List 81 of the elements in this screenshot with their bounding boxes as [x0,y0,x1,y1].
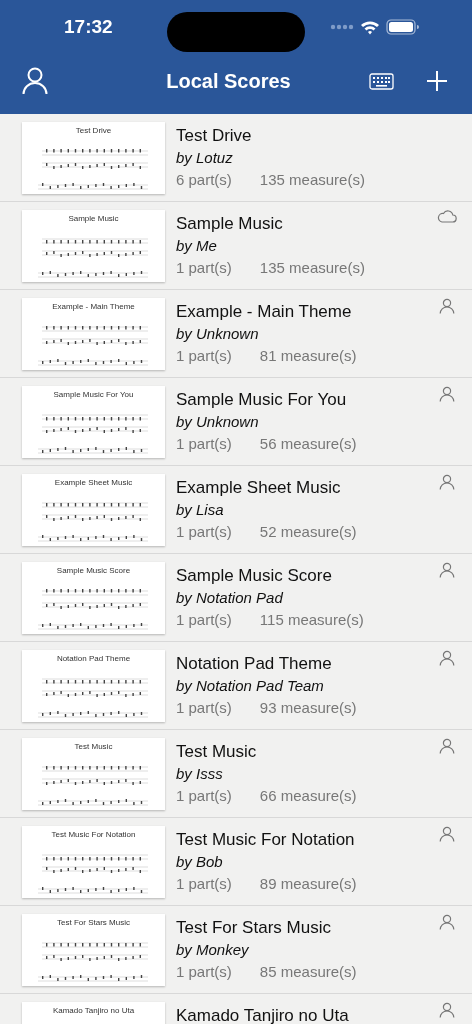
user-icon [439,474,455,490]
part-count: 1 part(s) [176,874,232,894]
screen-title: Local Scores [165,69,292,93]
measure-count: 89 measure(s) [259,874,357,894]
thumbnail-title: Test Music For Notation [51,830,136,840]
measure-count: 93 measure(s) [259,698,357,718]
score-author: by Me [176,236,218,256]
score-title: Test Music [176,741,258,763]
thumbnail-title: Example - Main Theme [52,302,135,312]
thumbnail-title: Test For Stars Music [57,918,130,928]
user-icon [439,826,455,842]
score-author: by Isss [176,764,224,784]
score-list-item[interactable]: Test Music For Notation Test Music For Notation by Bob 1 part(s) 89 measure(s) [0,818,472,906]
measure-count: 135 measure(s) [259,258,365,278]
score-author: by Bob [176,852,224,872]
score-title: Sample Music [176,213,284,235]
score-list-item[interactable]: Test Drive Test Drive by Lotuz 6 part(s) 135 measure(s) [0,114,472,202]
measure-count: 52 measure(s) [259,522,357,542]
user-icon [439,298,455,314]
score-author: by Lisa [176,500,225,520]
status-time: 17:32 [64,16,113,38]
score-author: by Notation Pad [176,588,284,608]
measure-count: 135 measure(s) [259,170,365,190]
thumbnail-title: Sample Music Score [56,566,131,576]
profile-icon[interactable] [22,67,48,95]
user-icon [439,562,455,578]
score-author: by Notation Pad Team [176,676,325,696]
user-icon [439,738,455,754]
score-title: Example - Main Theme [176,301,353,323]
thumbnail-title: Notation Pad Theme [56,654,131,664]
user-icon [439,914,455,930]
part-count: 1 part(s) [176,962,232,982]
score-title: Example Sheet Music [176,477,342,499]
part-count: 1 part(s) [176,610,232,630]
part-count: 1 part(s) [176,346,232,366]
keyboard-icon[interactable] [369,72,394,90]
score-list-item[interactable]: Sample Music Score Sample Music Score by Notation Pad 1 part(s) 115 measure(s) [0,554,472,642]
measure-count: 85 measure(s) [259,962,357,982]
user-icon [439,1002,455,1018]
part-count: 1 part(s) [176,522,232,542]
score-title: Notation Pad Theme [176,653,333,675]
thumbnail-title: Test Drive [75,126,112,136]
score-title: Sample Music For You [176,389,348,411]
cloud-icon [437,210,457,223]
battery-icon [386,19,420,35]
part-count: 1 part(s) [176,258,232,278]
measure-count: 56 measure(s) [259,434,357,454]
score-list-item[interactable]: Example Sheet Music Example Sheet Music by Lisa 1 part(s) 52 measure(s) [0,466,472,554]
score-title: Test For Stars Music [176,917,332,939]
wifi-icon [360,19,380,35]
signal-icon [330,24,354,30]
score-list-item[interactable]: Test For Stars Music Test For Stars Music by Monkey 1 part(s) 85 measure(s) [0,906,472,994]
thumbnail-title: Sample Music [68,214,119,224]
score-list-item[interactable]: Notation Pad Theme Notation Pad Theme by Notation Pad Team 1 part(s) 93 measure(s) [0,642,472,730]
measure-count: 81 measure(s) [259,346,357,366]
score-list-item[interactable]: Sample Music Sample Music by Me 1 part(s) 135 measure(s) [0,202,472,290]
score-list-item[interactable]: Sample Music For You Sample Music For You by Unknown 1 part(s) 56 measure(s) [0,378,472,466]
part-count: 1 part(s) [176,434,232,454]
thumbnail-title: Test Music [74,742,113,752]
part-count: 1 part(s) [176,786,232,806]
score-title: Test Drive [176,125,253,147]
score-list-item[interactable]: Example - Main Theme Example - Main Theme by Unknown 1 part(s) 81 measure(s) [0,290,472,378]
measure-count: 66 measure(s) [259,786,357,806]
score-title: Test Music For Notation [176,829,356,851]
part-count: 6 part(s) [176,170,232,190]
thumbnail-title: Kamado Tanjiro no Uta [52,1006,135,1016]
score-title: Sample Music Score [176,565,333,587]
score-author: by Monkey [176,940,250,960]
score-title: Kamado Tanjiro no Uta [176,1005,350,1024]
score-list-item[interactable]: Kamado Tanjiro no Uta Kamado Tanjiro no Uta [0,994,472,1024]
add-icon[interactable] [426,70,448,92]
thumbnail-title: Sample Music For You [53,390,134,400]
measure-count: 115 measure(s) [259,610,364,630]
score-author: by Unknown [176,412,260,432]
user-icon [439,386,455,402]
user-icon [439,650,455,666]
part-count: 1 part(s) [176,698,232,718]
score-author: by Unknown [176,324,260,344]
score-author: by Lotuz [176,148,234,168]
score-list-item[interactable]: Test Music Test Music by Isss 1 part(s) 66 measure(s) [0,730,472,818]
thumbnail-title: Example Sheet Music [54,478,133,488]
